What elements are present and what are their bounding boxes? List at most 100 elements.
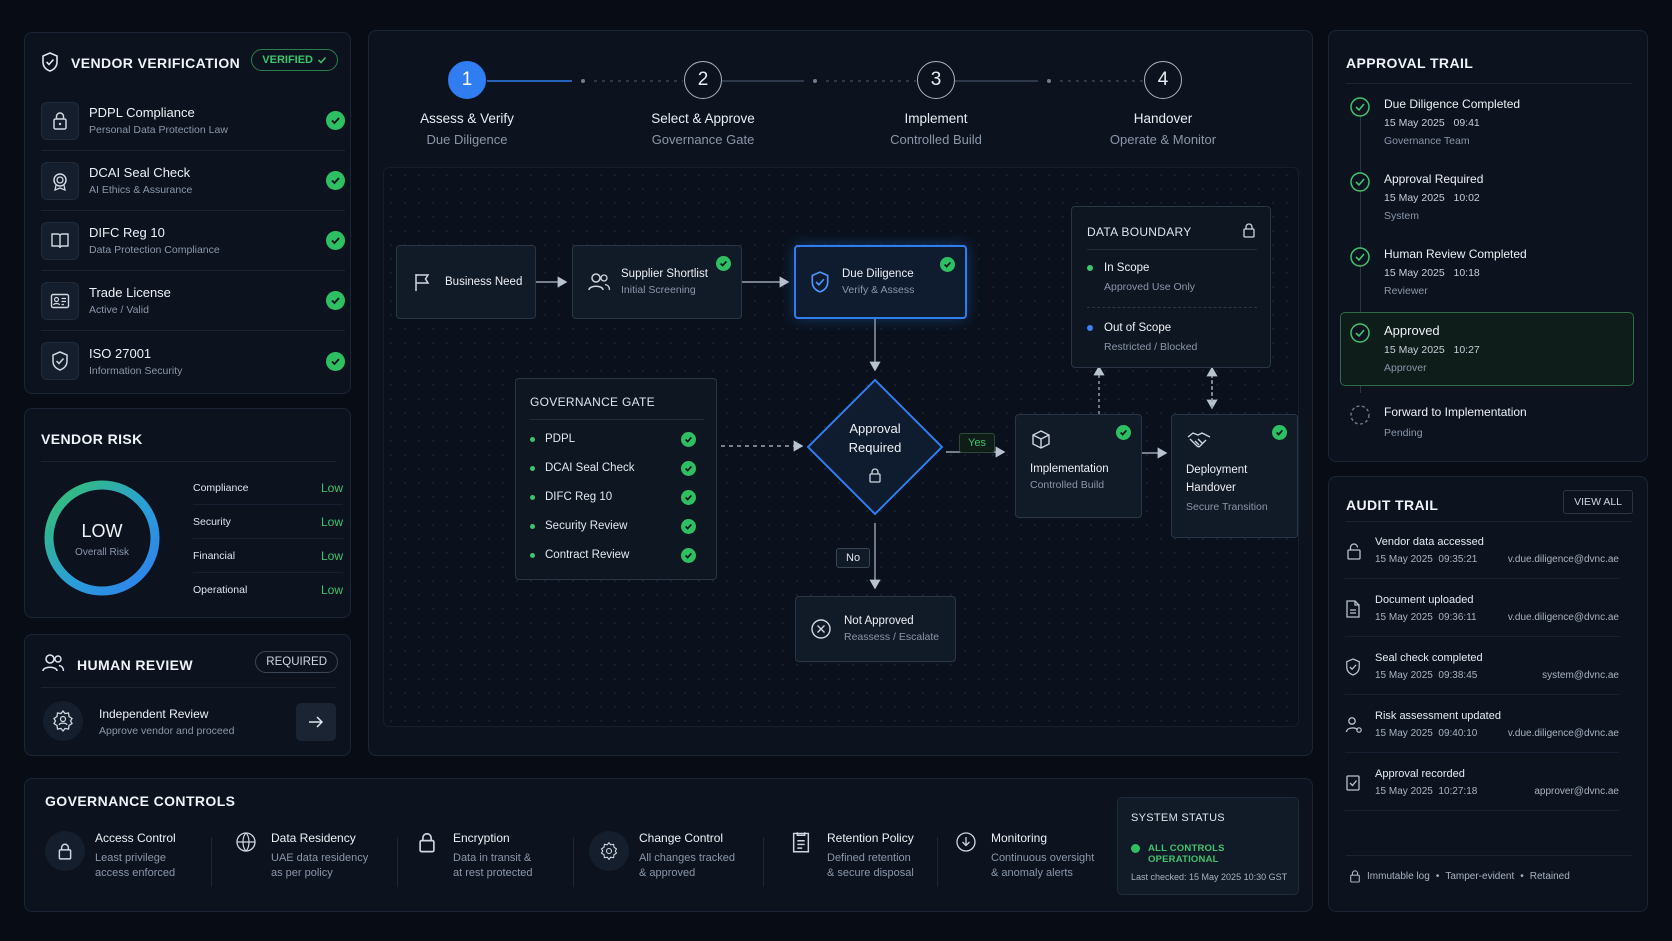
- step-1[interactable]: 1 Assess & Verify Due Diligence: [377, 61, 557, 147]
- risk-row-security: Security Low: [193, 505, 343, 539]
- check-circle-icon: [1272, 425, 1287, 440]
- monitor-icon: [955, 831, 985, 881]
- governance-controls-title: GOVERNANCE CONTROLS: [45, 793, 236, 809]
- control-desc-line1: Continuous oversight: [991, 852, 1095, 864]
- audit-user: v.due.diligence@dvnc.ae: [1507, 728, 1619, 739]
- check-circle-icon: [681, 547, 696, 563]
- not-approved-node[interactable]: Not Approved Reassess / Escalate: [795, 596, 956, 662]
- step-4[interactable]: 4 Handover Operate & Monitor: [1073, 61, 1253, 147]
- risk-row-operational: Operational Low: [193, 573, 343, 607]
- approval-step-time: 09:41: [1453, 117, 1480, 129]
- yes-label: Yes: [959, 433, 995, 453]
- lock-refresh-icon: [1345, 542, 1375, 560]
- gate-item-difc: DIFC Reg 10: [530, 483, 696, 511]
- control-residency[interactable]: Data Residency UAE data residency as per p…: [235, 831, 399, 881]
- control-desc-line2: as per policy: [271, 867, 333, 879]
- view-all-button[interactable]: VIEW ALL: [1563, 490, 1633, 514]
- risk-gauge: LOW Overall Risk: [41, 477, 163, 599]
- vendor-check-trade-license[interactable]: Trade License Active / Valid: [41, 271, 345, 331]
- data-boundary-card: DATA BOUNDARY In Scope Approved Use Only…: [1071, 206, 1271, 368]
- supplier-shortlist-node[interactable]: Supplier Shortlist Initial Screening: [572, 245, 742, 319]
- step-number: 1: [448, 61, 486, 99]
- vendor-verification-panel: VENDOR VERIFICATION VERIFIED PDPL Compli…: [24, 32, 351, 394]
- divider: [397, 837, 398, 887]
- business-need-node[interactable]: Business Need: [396, 245, 536, 319]
- step-subtitle: Due Diligence: [426, 132, 508, 147]
- vendor-check-subtitle: Information Security: [89, 364, 183, 377]
- control-encryption[interactable]: Encryption Data in transit & at rest prote…: [417, 831, 581, 881]
- lock-icon: [1350, 870, 1360, 883]
- check-circle-outline-icon: [1350, 172, 1370, 192]
- control-desc-line1: Least privilege: [95, 852, 166, 864]
- approval-step-pending: Forward to Implementation Pending: [1339, 405, 1615, 439]
- check-circle-icon: [681, 489, 696, 505]
- independent-review-title: Independent Review: [99, 707, 209, 721]
- risk-label: Financial: [193, 549, 236, 562]
- due-diligence-node[interactable]: Due Diligence Verify & Assess: [794, 245, 967, 319]
- control-desc-line2: & approved: [639, 867, 696, 879]
- check-circle-outline-icon: [1350, 247, 1370, 267]
- control-desc-line1: UAE data residency: [271, 852, 369, 864]
- audit-date: 15 May 2025: [1375, 554, 1433, 565]
- control-desc-line2: access enforced: [95, 867, 176, 879]
- governance-gate-card: GOVERNANCE GATE PDPL DCAI Seal Check DIF…: [515, 378, 717, 580]
- gate-item-label: DIFC Reg 10: [545, 491, 613, 503]
- check-circle-icon: [716, 256, 731, 271]
- audit-entry[interactable]: Vendor data accessed 15 May 2025 09:35:21…: [1345, 523, 1619, 579]
- shield-check-icon: [41, 52, 59, 72]
- control-title: Change Control: [639, 831, 724, 845]
- audit-entry[interactable]: Seal check completed 15 May 2025 09:38:45…: [1345, 639, 1619, 695]
- deployment-handover-node[interactable]: Deployment Handover Secure Transition: [1171, 414, 1298, 538]
- step-2[interactable]: 2 Select & Approve Governance Gate: [613, 61, 793, 147]
- control-monitoring[interactable]: Monitoring Continuous oversight & anomaly …: [955, 831, 1119, 881]
- gate-item-label: DCAI Seal Check: [545, 462, 635, 474]
- approval-step-actor: Governance Team: [1384, 135, 1470, 147]
- control-title: Access Control: [95, 831, 176, 845]
- approval-step-time: 10:02: [1453, 192, 1480, 204]
- divider: [573, 837, 574, 887]
- audit-entry[interactable]: Document uploaded 15 May 2025 09:36:11 v.d…: [1345, 581, 1619, 637]
- control-title: Encryption: [453, 831, 510, 845]
- approval-step-approved: Approved 15 May 2025 10:27 Approver: [1339, 323, 1615, 374]
- approval-required-decision[interactable]: Approval Required: [805, 377, 945, 517]
- gate-item-label: Security Review: [545, 520, 628, 532]
- vendor-check-pdpl[interactable]: PDPL Compliance Personal Data Protection …: [41, 91, 345, 151]
- control-retention[interactable]: Retention Policy Defined retention & secur…: [791, 831, 955, 881]
- audit-entry[interactable]: Approval recorded 15 May 2025 10:27:18 app…: [1345, 755, 1619, 811]
- risk-row-compliance: Compliance Low: [193, 471, 343, 505]
- vendor-check-difc[interactable]: DIFC Reg 10 Data Protection Compliance: [41, 211, 345, 271]
- audit-user: v.due.diligence@dvnc.ae: [1507, 612, 1619, 623]
- audit-footer-item: Tamper-evident: [1445, 870, 1515, 882]
- human-review-panel: HUMAN REVIEW REQUIRED Independent Review…: [24, 634, 351, 756]
- out-scope-subtitle: Restricted / Blocked: [1104, 341, 1198, 353]
- audit-time: 09:35:21: [1438, 554, 1478, 565]
- proceed-arrow-button[interactable]: [296, 703, 336, 741]
- out-scope-dot: [1087, 325, 1093, 331]
- control-change[interactable]: Change Control All changes tracked & appro…: [589, 831, 767, 881]
- divider: [530, 419, 704, 420]
- node-subtitle: Reassess / Escalate: [844, 631, 940, 643]
- id-card-icon: [41, 281, 79, 320]
- risk-value: Low: [320, 583, 343, 597]
- audit-entry[interactable]: Risk assessment updated 15 May 2025 09:40…: [1345, 697, 1619, 753]
- control-access[interactable]: Access Control Least privilege access enfo…: [45, 831, 223, 881]
- vendor-check-iso[interactable]: ISO 27001 Information Security: [41, 331, 345, 391]
- approval-step: Human Review Completed 15 May 2025 10:18…: [1339, 247, 1615, 297]
- audit-time: 09:36:11: [1438, 612, 1477, 623]
- audit-action: Document uploaded: [1375, 594, 1474, 606]
- governance-controls-panel: GOVERNANCE CONTROLS Access Control Least …: [24, 778, 1313, 912]
- vendor-check-dcai[interactable]: DCAI Seal Check AI Ethics & Assurance: [41, 151, 345, 211]
- check-circle-icon: [1116, 425, 1131, 440]
- approval-step-title: Approval Required: [1384, 172, 1484, 186]
- approval-step-time: 10:18: [1453, 267, 1480, 279]
- flag-icon: [415, 274, 430, 291]
- check-circle-icon: [326, 351, 345, 371]
- gate-item-pdpl: PDPL: [530, 425, 696, 453]
- implementation-node[interactable]: Implementation Controlled Build: [1015, 414, 1142, 518]
- globe-icon: [235, 831, 265, 881]
- system-status-value: ALL CONTROLS OPERATIONAL: [1148, 843, 1225, 865]
- check-circle-icon: [326, 231, 345, 250]
- step-3[interactable]: 3 Implement Controlled Build: [846, 61, 1026, 147]
- workflow-panel: 1 Assess & Verify Due Diligence 2 Select…: [368, 30, 1313, 756]
- status-dot: [1131, 844, 1140, 853]
